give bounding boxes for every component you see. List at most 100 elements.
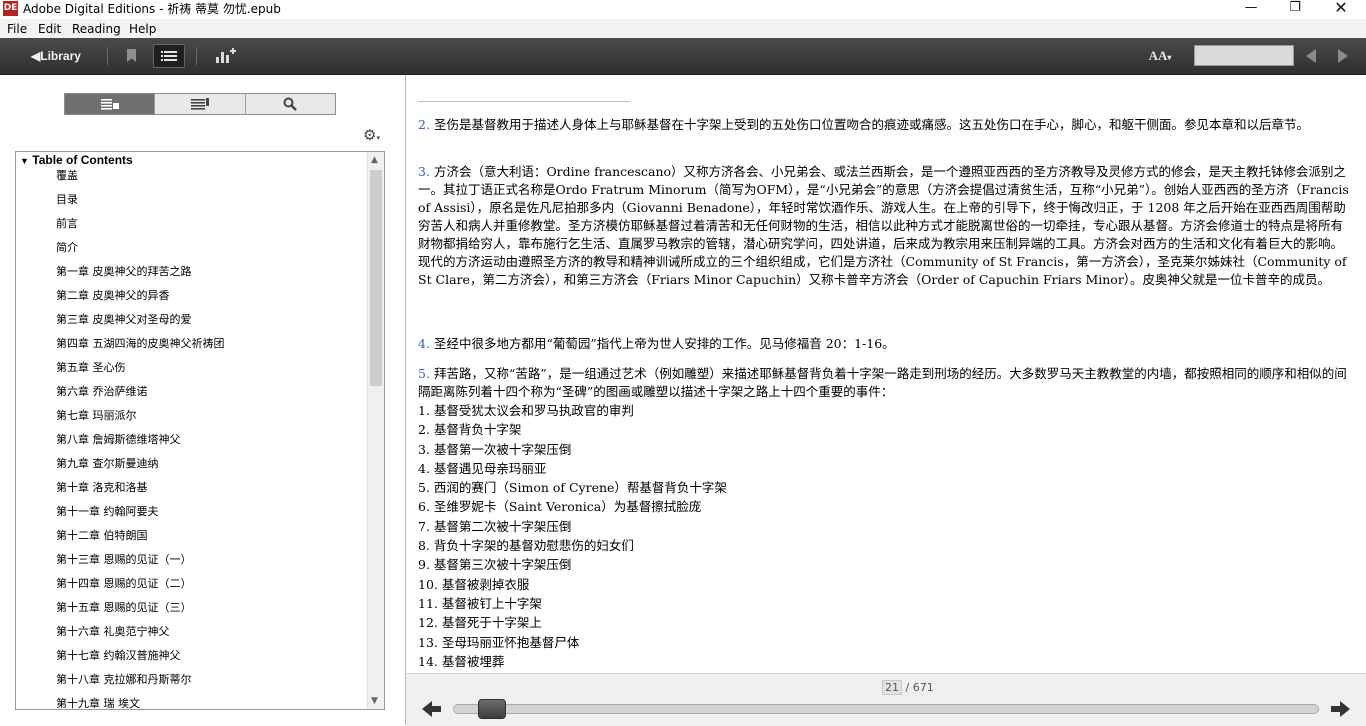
toc-item[interactable]: 第十一章 约翰阿要夫 <box>56 505 225 529</box>
menu-bar: File Edit Reading Help <box>0 19 1366 38</box>
previous-page-icon[interactable] <box>1306 49 1316 63</box>
search-view-tab[interactable] <box>246 94 335 114</box>
font-size-label: AA <box>1148 48 1168 63</box>
menu-edit[interactable]: Edit <box>38 22 61 36</box>
toolbar-separator <box>196 47 197 65</box>
toc-item[interactable]: 第十章 洛克和洛基 <box>56 481 225 505</box>
toc-toggle-button[interactable] <box>153 44 185 68</box>
list-item: 6. 圣维罗妮卡（Saint Veronica）为基督擦拭脸庞 <box>418 499 702 515</box>
toc-item[interactable]: 第六章 乔治萨维诺 <box>56 385 225 409</box>
next-arrow-icon[interactable] <box>1330 700 1350 718</box>
list-item: 9. 基督第三次被十字架压倒 <box>418 557 572 573</box>
scroll-up-icon[interactable]: ▲ <box>371 154 378 166</box>
footnote-number[interactable]: 4. <box>418 336 430 351</box>
toc-item[interactable]: 覆盖 <box>56 169 225 193</box>
close-button[interactable]: ✕ <box>1318 0 1364 19</box>
list-item: 14. 基督被埋葬 <box>418 653 505 669</box>
next-page-icon[interactable] <box>1338 49 1348 63</box>
previous-arrow-icon[interactable] <box>422 700 442 718</box>
toc-item[interactable]: 第十四章 恩赐的见证（二） <box>56 577 225 601</box>
list-icon <box>161 51 177 61</box>
toc-item[interactable]: 第十二章 伯特朗国 <box>56 529 225 553</box>
menu-file[interactable]: File <box>7 22 27 36</box>
footnote: 2. 圣伤是基督教用于描述人身体上与耶稣基督在十字架上受到的五处伤口位置吻合的痕迹… <box>418 116 1350 134</box>
adobe-de-icon: DE <box>3 1 18 16</box>
table-of-contents: ▼ Table of Contents 覆盖 目录 前言 简介 第一章 皮奥神父… <box>15 151 385 710</box>
progress-slider[interactable] <box>453 704 1319 714</box>
toc-item[interactable]: 第四章 五湖四海的皮奥神父祈祷团 <box>56 337 225 361</box>
menu-help[interactable]: Help <box>129 22 156 36</box>
minimize-button[interactable]: — <box>1228 0 1274 19</box>
list-item: 2. 基督背负十字架 <box>418 422 522 438</box>
footnote-text: 拜苦路，又称“苦路”，是一组通过艺术（例如雕塑）来描述耶稣基督背负着十字架一路走… <box>418 366 1347 399</box>
toc-item[interactable]: 第五章 圣心伤 <box>56 361 225 385</box>
toc-item[interactable]: 第十七章 约翰汉普施神父 <box>56 649 225 673</box>
toc-item[interactable]: 第九章 查尔斯曼迪纳 <box>56 457 225 481</box>
scrollbar-thumb[interactable] <box>370 170 382 386</box>
footnote-text: 方济会（意大利语：Ordine francescano）又称方济各会、小兄弟会、… <box>418 164 1349 287</box>
list-item: 1. 基督受犹太议会和罗马执政官的审判 <box>418 403 634 418</box>
toc-item[interactable]: 第十三章 恩赐的见证（一） <box>56 553 225 577</box>
toc-item[interactable]: 第二章 皮奥神父的异香 <box>56 289 225 313</box>
toc-item[interactable]: 第十六章 礼奥范宁神父 <box>56 625 225 649</box>
list-item: 3. 基督第一次被十字架压倒 <box>418 441 572 457</box>
sidebar-view-switcher <box>64 93 336 115</box>
add-annotation-button[interactable] <box>212 44 238 68</box>
list-item: 5. 西润的赛门（Simon of Cyrene）帮基督背负十字架 <box>418 480 727 496</box>
library-label: Library <box>40 49 81 63</box>
current-page[interactable]: 21 <box>882 680 902 695</box>
bookmarks-view-tab[interactable] <box>155 94 246 114</box>
library-button[interactable]: ◀Library <box>24 44 88 68</box>
toc-scrollbar[interactable]: ▲ ▼ <box>367 152 384 709</box>
footnote-text: 圣经中很多地方都用“葡萄园”指代上帝为世人安排的工作。见马修福音 20：1-16… <box>433 336 895 351</box>
toc-title: Table of Contents <box>32 153 133 167</box>
toc-item[interactable]: 第三章 皮奥神父对圣母的爱 <box>56 313 225 337</box>
page-navigation-bar: 21 / 671 <box>406 673 1366 726</box>
list-item: 8. 背负十字架的基督劝慰悲伤的妇女们 <box>418 538 634 554</box>
title-bar: DE Adobe Digital Editions - 祈祷 蒂莫 勿忧.epu… <box>0 0 1366 19</box>
footnote-number[interactable]: 5. <box>418 366 430 381</box>
slider-thumb[interactable] <box>478 699 507 719</box>
toc-item[interactable]: 第八章 詹姆斯德维塔神父 <box>56 433 225 457</box>
footnote: 5. 拜苦路，又称“苦路”，是一组通过艺术（例如雕塑）来描述耶稣基督背负着十字架一… <box>418 365 1350 401</box>
font-size-button[interactable]: AA▾ <box>1146 44 1174 68</box>
maximize-button[interactable]: ❐ <box>1272 0 1318 19</box>
bar-chart-plus-icon <box>216 48 236 63</box>
footnote: 3. 方济会（意大利语：Ordine francescano）又称方济各会、小兄弟… <box>418 163 1350 289</box>
window-title: Adobe Digital Editions - 祈祷 蒂莫 勿忧.epub <box>23 2 281 16</box>
collapse-triangle-icon: ▼ <box>20 156 29 166</box>
toolbar: ◀Library AA▾ <box>0 38 1366 75</box>
toc-item[interactable]: 简介 <box>56 241 225 265</box>
footnote: 4. 圣经中很多地方都用“葡萄园”指代上帝为世人安排的工作。见马修福音 20：1-… <box>418 335 1350 353</box>
reading-pane: 2. 圣伤是基督教用于描述人身体上与耶稣基督在十字架上受到的五处伤口位置吻合的痕迹… <box>406 75 1366 673</box>
toc-item[interactable]: 第十八章 克拉娜和丹斯蒂尔 <box>56 673 225 697</box>
toc-item[interactable]: 目录 <box>56 193 225 217</box>
footnote-number[interactable]: 3. <box>418 164 430 179</box>
bookmark-list-icon <box>190 98 209 110</box>
stations-list: 1. 基督受犹太议会和罗马执政官的审判 2. 基督背负十字架 3. 基督第一次被… <box>418 401 727 671</box>
toc-item[interactable]: 第十九章 瑞 埃文 <box>56 697 225 709</box>
toc-item[interactable]: 前言 <box>56 217 225 241</box>
dropdown-caret-icon: ▾ <box>1167 53 1172 62</box>
scroll-down-icon[interactable]: ▼ <box>371 695 378 707</box>
list-item: 7. 基督第二次被十字架压倒 <box>418 518 572 534</box>
toc-item[interactable]: 第一章 皮奥神父的拜苦之路 <box>56 265 225 289</box>
page-indicator: 21 / 671 <box>882 680 934 695</box>
list-item: 10. 基督被剥掉衣服 <box>418 576 530 592</box>
list-item: 12. 基督死于十字架上 <box>418 615 542 631</box>
toc-header[interactable]: ▼ Table of Contents <box>20 153 133 168</box>
list-item: 4. 基督遇见母亲玛丽亚 <box>418 460 547 476</box>
toc-view-tab[interactable] <box>65 94 156 114</box>
toc-item[interactable]: 第十五章 恩赐的见证（三） <box>56 601 225 625</box>
toc-item[interactable]: 第七章 玛丽派尔 <box>56 409 225 433</box>
list-item: 11. 基督被钉上十字架 <box>418 595 542 611</box>
menu-reading[interactable]: Reading <box>72 22 121 36</box>
footnote-number[interactable]: 2. <box>418 117 430 132</box>
total-pages: / 671 <box>905 681 934 694</box>
footnote-text: 圣伤是基督教用于描述人身体上与耶稣基督在十字架上受到的五处伤口位置吻合的痕迹或痛… <box>433 117 1309 132</box>
search-icon <box>283 97 298 111</box>
back-triangle-icon: ◀ <box>31 49 41 63</box>
gear-icon[interactable]: ⚙▾ <box>363 127 380 146</box>
footnote-divider <box>418 101 630 102</box>
page-number-input[interactable] <box>1194 45 1294 66</box>
